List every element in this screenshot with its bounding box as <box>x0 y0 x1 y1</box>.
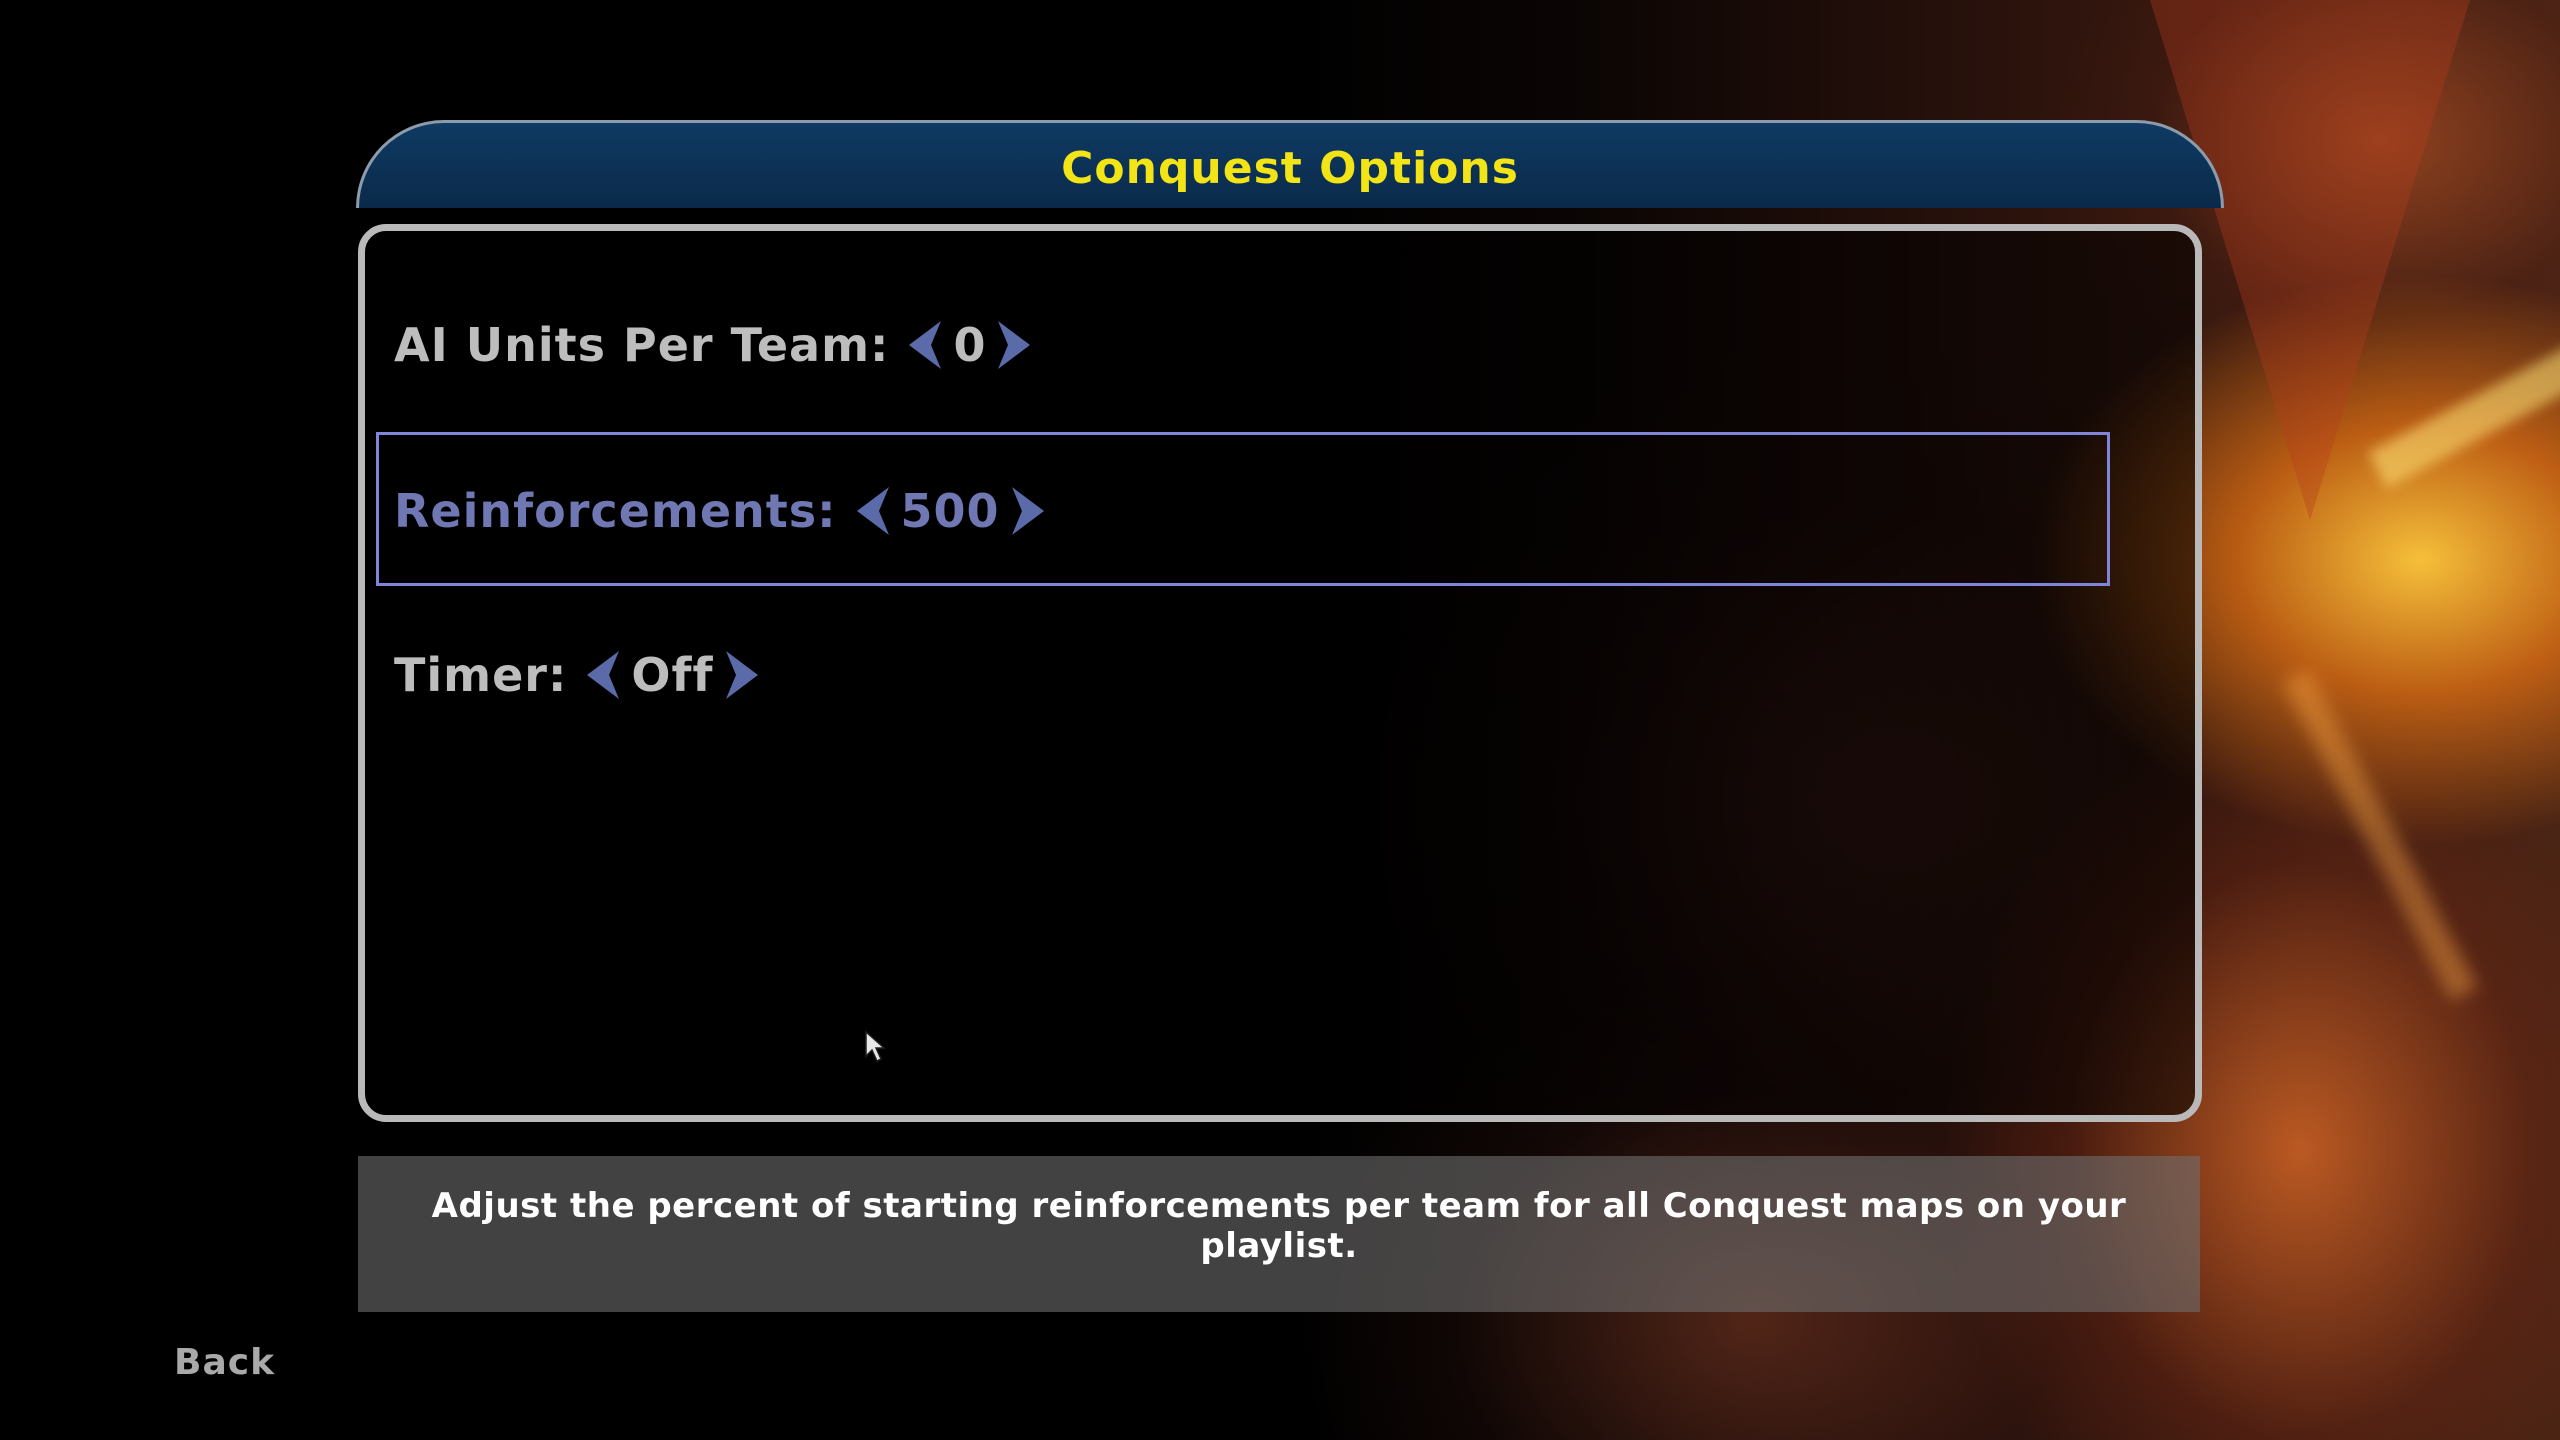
mouse-cursor-icon <box>864 1030 888 1064</box>
right-arrow-icon[interactable] <box>990 317 1038 373</box>
option-value: 500 <box>900 484 1000 538</box>
title-bar: Conquest Options <box>356 120 2224 208</box>
description-box: Adjust the percent of starting reinforce… <box>358 1156 2200 1312</box>
back-button[interactable]: Back <box>174 1342 275 1383</box>
screen: Conquest Options AI Units Per Team: 0 Re… <box>0 0 2560 1440</box>
page-title: Conquest Options <box>1061 143 1519 194</box>
left-arrow-icon[interactable] <box>579 647 627 703</box>
option-timer[interactable]: Timer: Off <box>394 640 766 710</box>
option-value: Off <box>631 648 714 702</box>
left-arrow-icon[interactable] <box>901 317 949 373</box>
description-text: Adjust the percent of starting reinforce… <box>431 1186 2127 1266</box>
option-reinforcements[interactable]: Reinforcements: 500 <box>394 476 1052 546</box>
option-value: 0 <box>953 318 987 372</box>
option-label: Reinforcements: <box>394 484 837 538</box>
option-label: Timer: <box>394 648 568 702</box>
option-ai-units-per-team[interactable]: AI Units Per Team: 0 <box>394 310 1038 380</box>
right-arrow-icon[interactable] <box>718 647 766 703</box>
left-arrow-icon[interactable] <box>849 483 897 539</box>
option-label: AI Units Per Team: <box>394 318 890 372</box>
right-arrow-icon[interactable] <box>1004 483 1052 539</box>
